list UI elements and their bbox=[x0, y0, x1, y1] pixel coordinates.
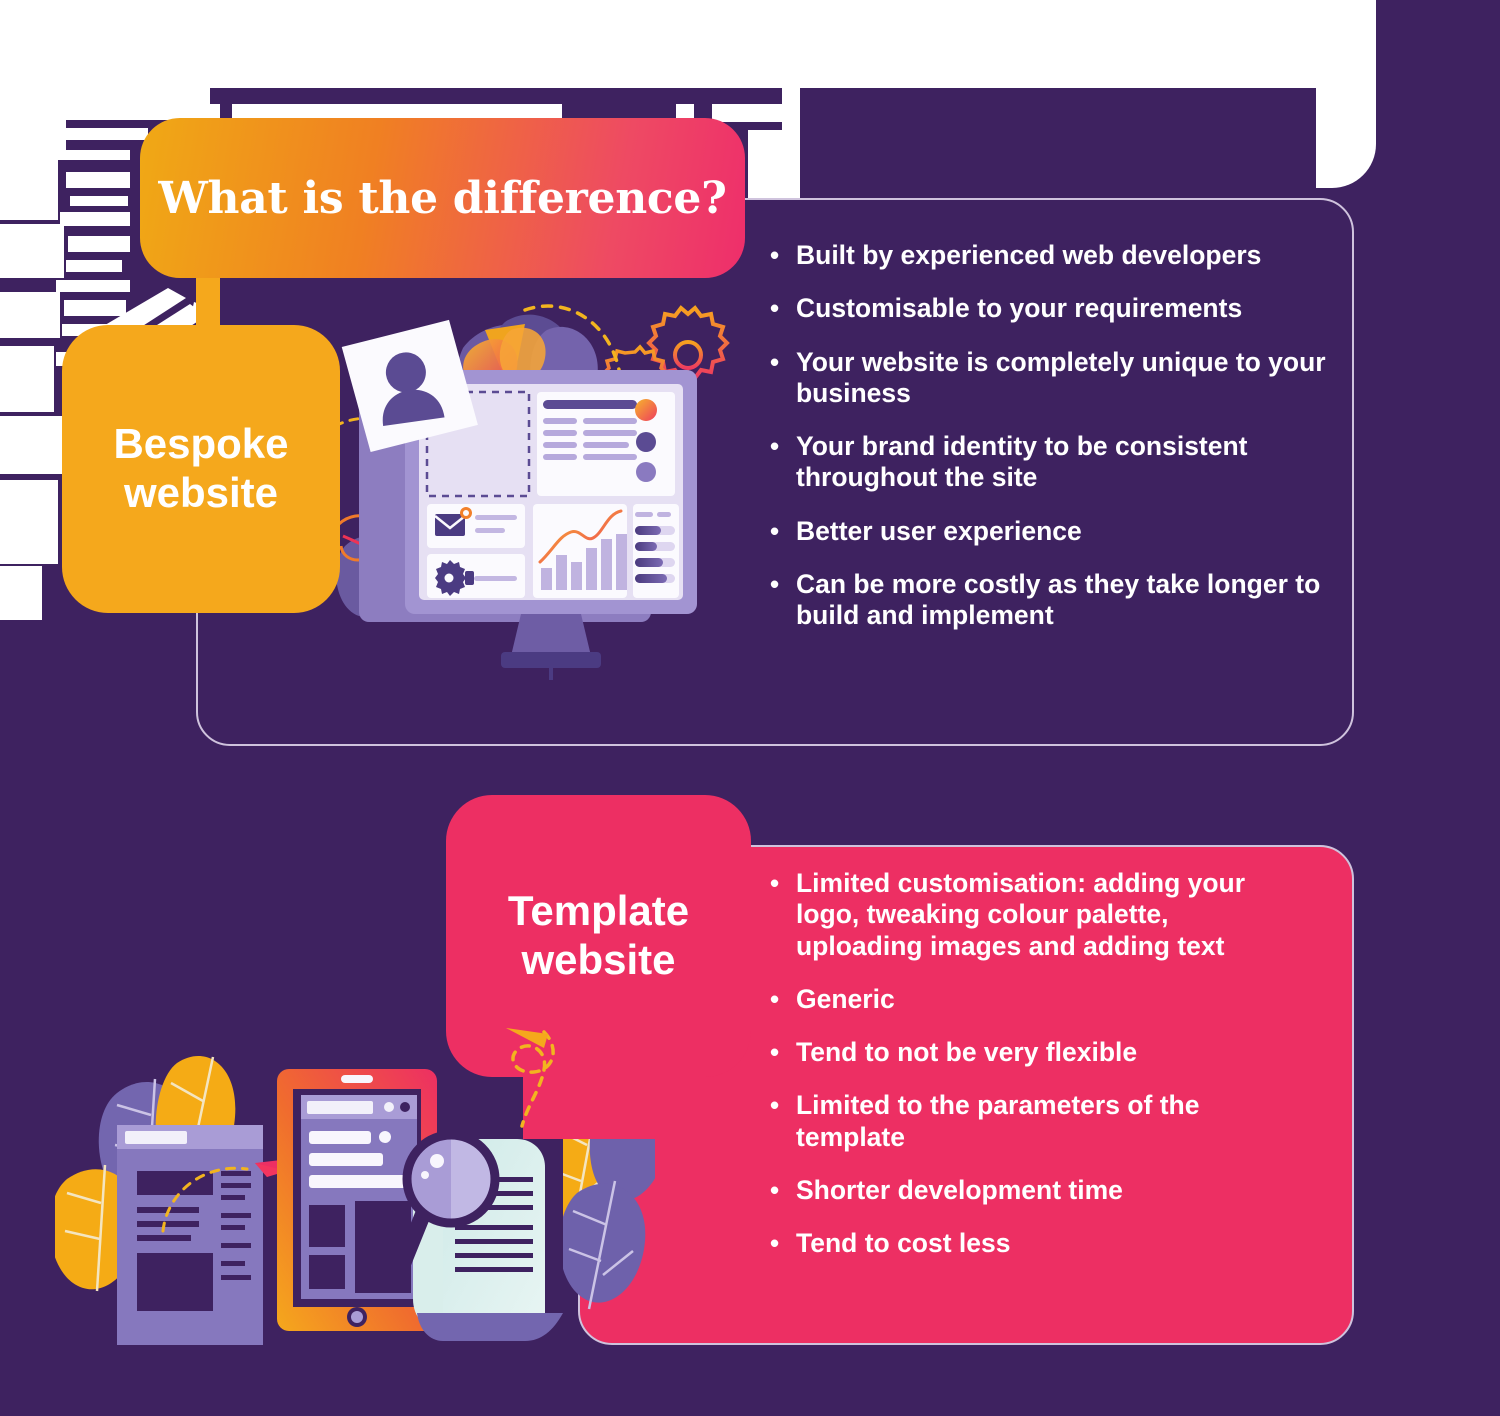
list-item: • Your website is completely unique to yo… bbox=[770, 347, 1340, 410]
bullet-text: Tend to cost less bbox=[796, 1228, 1011, 1259]
label-bespoke-line2: website bbox=[123, 469, 279, 516]
status-dot-purple-2 bbox=[636, 462, 656, 482]
bullet-list-bespoke: • Built by experienced web developers • Cu… bbox=[770, 240, 1340, 653]
bullet-marker: • bbox=[770, 346, 780, 377]
list-item: • Better user experience bbox=[770, 516, 1340, 547]
bullet-text: Can be more costly as they take longer t… bbox=[796, 568, 1321, 631]
label-bespoke-text: Bespoke website bbox=[113, 420, 288, 517]
bullet-marker: • bbox=[770, 568, 780, 599]
bullet-text: Your website is completely unique to you… bbox=[796, 346, 1326, 408]
page-title: What is the difference? bbox=[158, 172, 727, 224]
decor-white-stripe-3 bbox=[66, 172, 130, 188]
bullet-marker: • bbox=[770, 983, 780, 1014]
bullet-text: Better user experience bbox=[796, 515, 1082, 546]
title-card: What is the difference? bbox=[140, 118, 745, 278]
bullet-marker: • bbox=[770, 431, 780, 462]
list-item: • Can be more costly as they take longer … bbox=[770, 569, 1340, 632]
infographic-canvas: What is the difference? Bespoke website bbox=[0, 0, 1500, 1416]
bullet-text: Tend to not be very flexible bbox=[796, 1037, 1138, 1068]
bullet-marker: • bbox=[770, 293, 780, 324]
decor-white-stripe-1 bbox=[60, 128, 148, 140]
decor-white-stripe-6 bbox=[68, 236, 130, 252]
list-item: • Tend to not be very flexible bbox=[770, 1037, 1300, 1068]
bullet-marker: • bbox=[770, 240, 780, 270]
decor-white-block-9 bbox=[0, 566, 42, 620]
list-item: • Built by experienced web developers bbox=[770, 240, 1340, 271]
list-item: • Generic bbox=[770, 984, 1300, 1015]
bullet-text: Limited customisation: adding your logo,… bbox=[796, 868, 1246, 961]
decor-squiggle-template bbox=[506, 1028, 555, 1128]
bullet-marker: • bbox=[770, 1037, 780, 1068]
background-notch-cut bbox=[1316, 0, 1376, 188]
decor-white-stripe-5 bbox=[60, 212, 130, 226]
list-item: • Limited customisation: adding your logo… bbox=[770, 868, 1300, 962]
bullet-text: Generic bbox=[796, 983, 895, 1014]
label-template-text: Template website bbox=[508, 887, 689, 984]
bullet-marker: • bbox=[770, 1228, 780, 1259]
bullet-text: Shorter development time bbox=[796, 1174, 1123, 1205]
illustration-bespoke bbox=[333, 300, 765, 680]
list-item: • Tend to cost less bbox=[770, 1228, 1300, 1259]
bullet-text: Customisable to your requirements bbox=[796, 293, 1243, 324]
label-template-line1: Template bbox=[507, 887, 690, 935]
bullet-text: Limited to the parameters of the templat… bbox=[796, 1090, 1200, 1152]
browser-window-back bbox=[117, 1125, 263, 1345]
decor-white-stripe-2 bbox=[52, 150, 130, 160]
bullet-marker: • bbox=[770, 1174, 780, 1205]
bullet-marker: • bbox=[770, 868, 780, 898]
list-item: • Shorter development time bbox=[770, 1175, 1300, 1206]
label-card-bespoke: Bespoke website bbox=[62, 325, 340, 613]
status-dot-orange bbox=[635, 399, 657, 421]
decor-white-stripe-4 bbox=[70, 196, 128, 206]
decor-white-block-3 bbox=[0, 150, 58, 220]
bullet-text: Your brand identity to be consistent thr… bbox=[796, 431, 1248, 493]
decor-white-block-5 bbox=[0, 292, 60, 338]
list-item: • Limited to the parameters of the templa… bbox=[770, 1090, 1300, 1153]
decor-white-stripe-16 bbox=[712, 104, 784, 122]
status-dot-purple-1 bbox=[636, 432, 656, 452]
label-bespoke-line1: Bespoke bbox=[113, 420, 289, 468]
bullet-marker: • bbox=[770, 515, 780, 546]
bullet-marker: • bbox=[770, 1090, 780, 1121]
decor-white-block-4 bbox=[0, 224, 64, 278]
decor-white-block-8 bbox=[0, 480, 58, 564]
decor-white-block-2 bbox=[0, 88, 210, 120]
list-item: • Your brand identity to be consistent th… bbox=[770, 431, 1340, 494]
decor-white-block-6 bbox=[0, 346, 54, 412]
list-item: • Customisable to your requirements bbox=[770, 293, 1340, 324]
bullet-list-template: • Limited customisation: adding your logo… bbox=[770, 868, 1300, 1281]
label-template-line2: website bbox=[521, 936, 676, 983]
bullet-text: Built by experienced web developers bbox=[796, 240, 1262, 270]
